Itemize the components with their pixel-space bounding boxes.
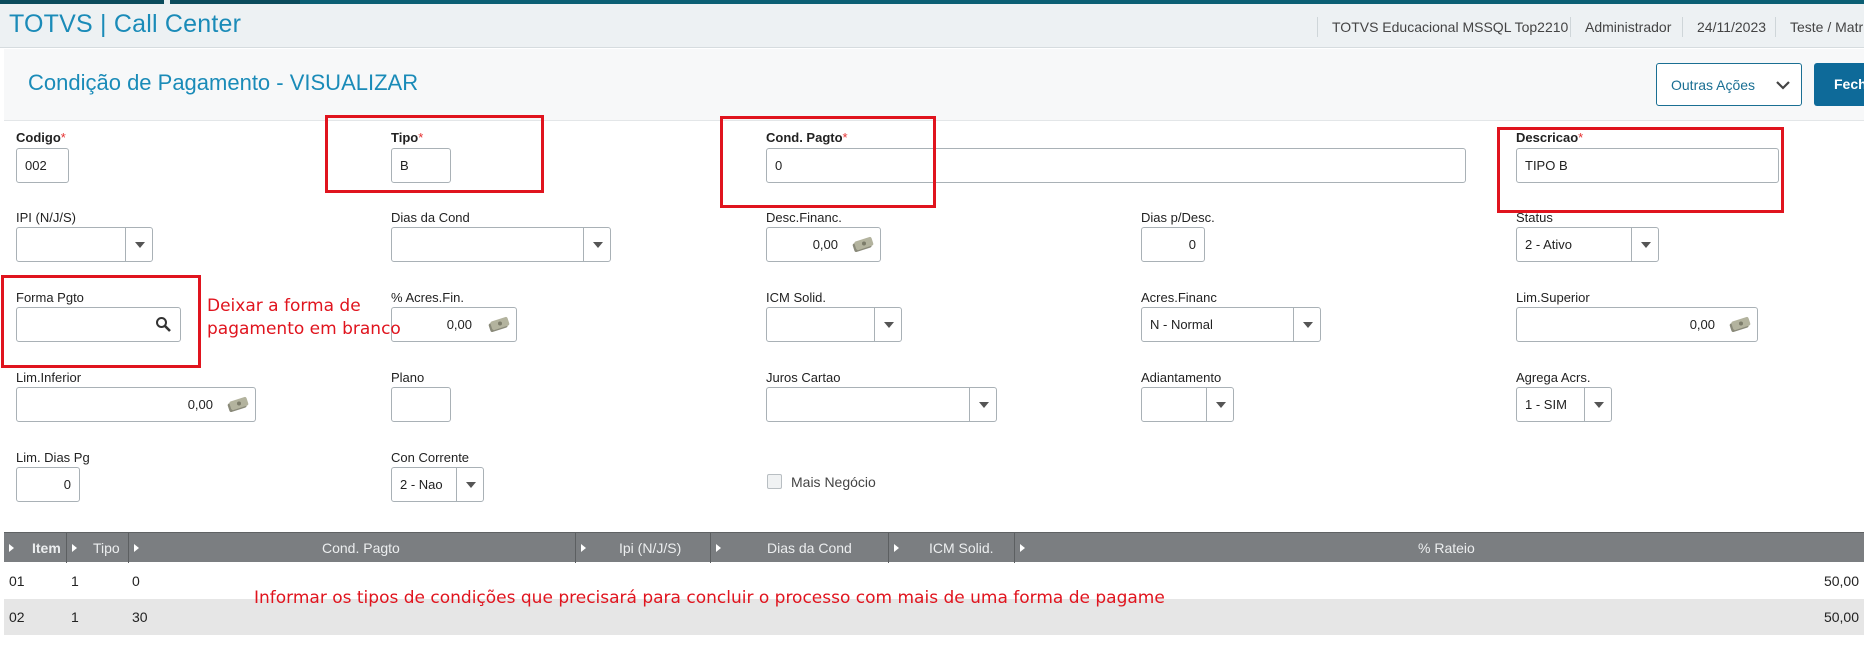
highlight-tipo xyxy=(325,115,544,193)
chevron-down-icon[interactable] xyxy=(1631,228,1658,261)
grid-col-cond-pagto[interactable]: Cond. Pagto xyxy=(128,533,575,563)
ipi-label: IPI (N/J/S) xyxy=(16,210,76,225)
annotation-line-2: pagamento em branco xyxy=(207,319,401,339)
row-cond: 0 xyxy=(132,573,140,589)
app-header: TOTVS | Call Center TOTVS Educacional MS… xyxy=(0,4,1864,48)
row-tipo: 1 xyxy=(71,609,79,625)
juros-cartao-label: Juros Cartao xyxy=(766,370,841,385)
acres-financ-select[interactable]: N - Normal xyxy=(1141,307,1321,342)
lim-inferior-label: Lim.Inferior xyxy=(16,370,82,385)
chevron-down-icon[interactable] xyxy=(874,308,901,341)
annotation-grid-note: Informar os tipos de condições que preci… xyxy=(254,588,1165,608)
plano-field[interactable] xyxy=(391,387,451,422)
chevron-down-icon[interactable] xyxy=(583,228,610,261)
lim-dias-pg-label: Lim. Dias Pg xyxy=(16,450,90,465)
agrega-acrs-select[interactable]: 1 - SIM xyxy=(1516,387,1612,422)
fechar-label: Fechar xyxy=(1834,76,1864,92)
annotation-forma-pgto: Deixar a forma de pagamento em branco xyxy=(207,295,401,341)
grid-col-dias-cond[interactable]: Dias da Cond xyxy=(710,533,888,563)
chevron-down-icon[interactable] xyxy=(969,388,996,421)
lim-superior-label: Lim.Superior xyxy=(1516,290,1590,305)
chevron-down-icon xyxy=(1776,81,1790,90)
acres-fin-field[interactable]: 0,00 xyxy=(391,307,517,342)
money-icon[interactable] xyxy=(488,316,510,332)
grid-header: Item Tipo Cond. Pagto Ipi (N/J/S) Dias d… xyxy=(4,532,1864,563)
codigo-label: Codigo* xyxy=(16,130,66,145)
dias-cond-label: Dias da Cond xyxy=(391,210,470,225)
dias-desc-field[interactable]: 0 xyxy=(1141,227,1205,262)
chevron-down-icon[interactable] xyxy=(1584,388,1611,421)
codigo-field[interactable]: 002 xyxy=(16,148,69,183)
highlight-forma-pgto xyxy=(1,275,201,368)
lim-inferior-field[interactable]: 0,00 xyxy=(16,387,256,422)
ipi-select[interactable] xyxy=(16,227,153,262)
highlight-descricao xyxy=(1497,127,1784,213)
row-item: 01 xyxy=(9,573,25,589)
mais-negocio-label: Mais Negócio xyxy=(791,474,876,490)
row-tipo: 1 xyxy=(71,573,79,589)
adiantamento-label: Adiantamento xyxy=(1141,370,1222,385)
con-corrente-label: Con Corrente xyxy=(391,450,470,465)
acres-fin-label: % Acres.Fin. xyxy=(391,290,464,305)
icm-solid-select[interactable] xyxy=(766,307,902,342)
icm-solid-label: ICM Solid. xyxy=(766,290,826,305)
money-icon[interactable] xyxy=(1729,316,1751,332)
environment-label: TOTVS Educacional MSSQL Top2210 xyxy=(1317,17,1582,37)
fechar-button[interactable]: Fechar xyxy=(1814,63,1864,106)
desc-financ-label: Desc.Financ. xyxy=(766,210,842,225)
chevron-down-icon[interactable] xyxy=(456,468,483,501)
grid-col-ipi[interactable]: Ipi (N/J/S) xyxy=(575,533,710,563)
branch-label[interactable]: Teste / Matri xyxy=(1775,17,1864,37)
app-title: TOTVS | Call Center xyxy=(9,10,242,38)
annotation-line-1: Deixar a forma de xyxy=(207,296,361,316)
desc-financ-field[interactable]: 0,00 xyxy=(766,227,881,262)
status-select[interactable]: 2 - Ativo xyxy=(1516,227,1659,262)
table-row-empty xyxy=(4,635,1864,652)
grid-col-rateio[interactable]: % Rateio xyxy=(1014,533,1864,563)
date-label: 24/11/2023 xyxy=(1682,17,1780,37)
row-cond: 30 xyxy=(132,609,148,625)
outras-acoes-button[interactable]: Outras Ações xyxy=(1656,63,1802,106)
dias-desc-label: Dias p/Desc. xyxy=(1141,210,1215,225)
con-corrente-select[interactable]: 2 - Nao xyxy=(391,467,484,502)
agrega-acrs-label: Agrega Acrs. xyxy=(1516,370,1591,385)
grid-col-tipo[interactable]: Tipo xyxy=(66,533,128,563)
page-title: Condição de Pagamento - VISUALIZAR xyxy=(28,70,419,95)
chevron-down-icon[interactable] xyxy=(125,228,152,261)
chevron-down-icon[interactable] xyxy=(1293,308,1320,341)
grid-col-icm-solid[interactable]: ICM Solid. xyxy=(888,533,1014,563)
acres-financ-label: Acres.Financ xyxy=(1141,290,1217,305)
money-icon[interactable] xyxy=(852,236,874,252)
highlight-cond-pagto xyxy=(720,116,936,208)
row-rateio: 50,00 xyxy=(1823,573,1859,589)
outras-acoes-label: Outras Ações xyxy=(1671,77,1756,93)
lim-dias-pg-field[interactable]: 0 xyxy=(16,467,80,502)
chevron-down-icon[interactable] xyxy=(1206,388,1233,421)
money-icon[interactable] xyxy=(227,396,249,412)
row-item: 02 xyxy=(9,609,25,625)
row-rateio: 50,00 xyxy=(1823,609,1859,625)
mais-negocio-checkbox[interactable] xyxy=(767,474,782,489)
lim-superior-field[interactable]: 0,00 xyxy=(1516,307,1758,342)
user-label[interactable]: Administrador xyxy=(1570,17,1685,37)
page-header: Condição de Pagamento - VISUALIZAR Outra… xyxy=(4,49,1864,121)
grid-col-item[interactable]: Item xyxy=(4,533,66,563)
dias-cond-select[interactable] xyxy=(391,227,611,262)
plano-label: Plano xyxy=(391,370,425,385)
adiantamento-select[interactable] xyxy=(1141,387,1234,422)
juros-cartao-select[interactable] xyxy=(766,387,997,422)
